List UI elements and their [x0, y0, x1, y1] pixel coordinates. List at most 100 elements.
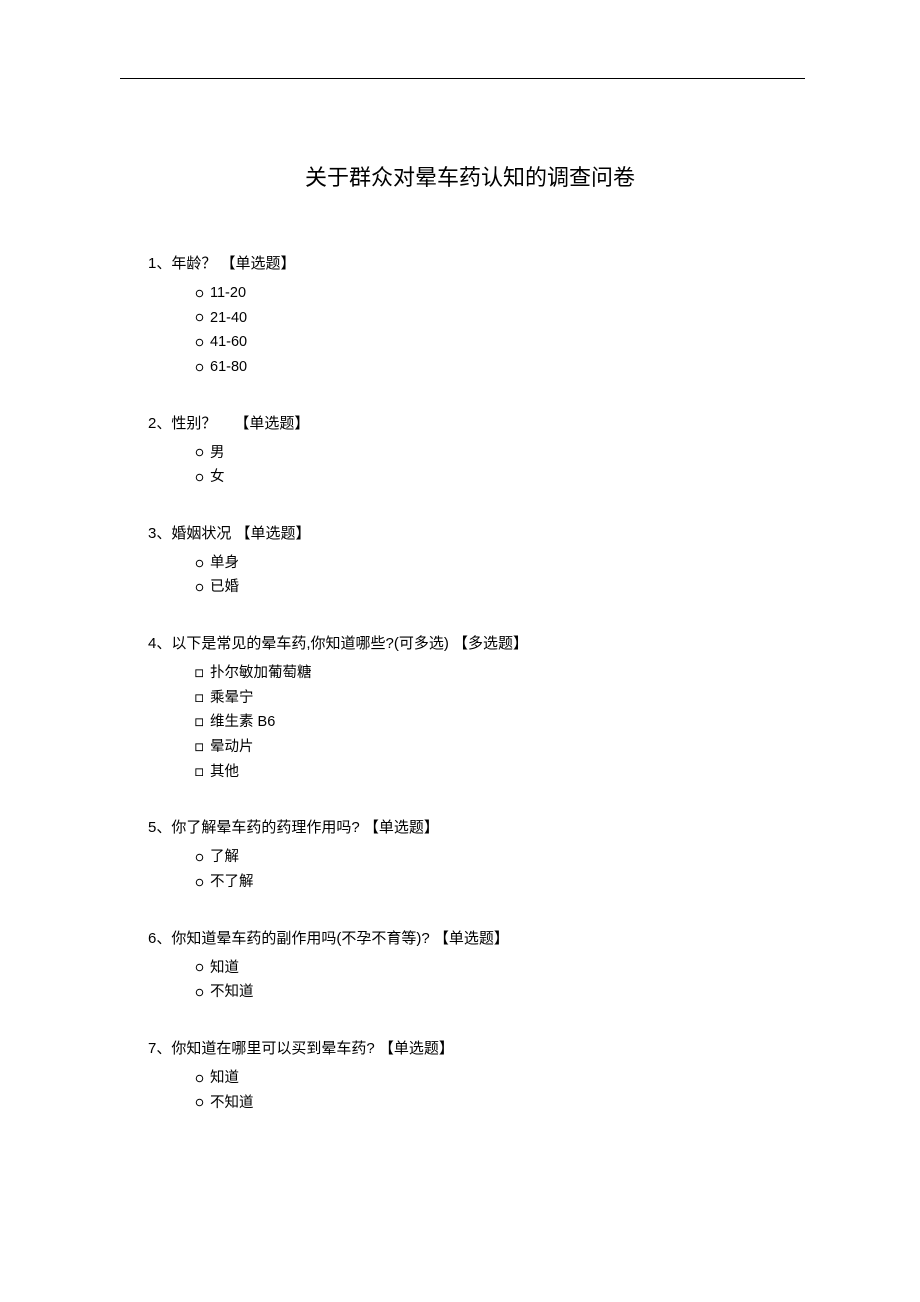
option-item[interactable]: 女: [194, 465, 800, 490]
radio-icon: [194, 338, 204, 347]
checkbox-icon: [194, 743, 204, 752]
question-type-label: 【单选题】: [434, 930, 509, 947]
question-label: 你知道在哪里可以买到晕车药?: [171, 1040, 374, 1057]
question-label: 婚姻状况: [171, 525, 231, 542]
option-label: 11-20: [210, 281, 246, 306]
option-label: 知道: [210, 1066, 239, 1091]
document-title: 关于群众对晕车药认知的调查问卷: [140, 160, 800, 192]
checkbox-icon: [194, 669, 204, 678]
option-list: 知道不知道: [148, 1066, 800, 1115]
option-item[interactable]: 其他: [194, 760, 800, 785]
option-item[interactable]: 乘晕宁: [194, 686, 800, 711]
option-label: 41-60: [210, 330, 247, 355]
radio-icon: [194, 313, 204, 322]
option-item[interactable]: 不知道: [194, 980, 800, 1005]
option-label: 61-80: [210, 355, 247, 380]
question-label: 你了解晕车药的药理作用吗?: [171, 819, 359, 836]
checkbox-icon: [194, 694, 204, 703]
checkbox-icon: [194, 768, 204, 777]
question: 5、你了解晕车药的药理作用吗? 【单选题】了解不了解: [148, 816, 800, 894]
question-text: 5、你了解晕车药的药理作用吗? 【单选题】: [148, 816, 800, 837]
question: 7、你知道在哪里可以买到晕车药? 【单选题】知道不知道: [148, 1037, 800, 1115]
question-label: 以下是常见的晕车药,你知道哪些?(可多选): [171, 635, 449, 652]
radio-icon: [194, 963, 204, 972]
question-number: 2、: [148, 415, 171, 432]
question-text: 6、你知道晕车药的副作用吗(不孕不育等)? 【单选题】: [148, 927, 800, 948]
question-type-label: 【单选题】: [364, 819, 439, 836]
option-item[interactable]: 已婚: [194, 575, 800, 600]
radio-icon: [194, 289, 204, 298]
option-item[interactable]: 61-80: [194, 355, 800, 380]
option-item[interactable]: 晕动片: [194, 735, 800, 760]
option-list: 扑尔敏加葡萄糖乘晕宁维生素 B6晕动片其他: [148, 661, 800, 784]
option-label: 知道: [210, 956, 239, 981]
question: 4、以下是常见的晕车药,你知道哪些?(可多选) 【多选题】扑尔敏加葡萄糖乘晕宁维…: [148, 632, 800, 784]
radio-icon: [194, 583, 204, 592]
option-item[interactable]: 不了解: [194, 870, 800, 895]
question: 6、你知道晕车药的副作用吗(不孕不育等)? 【单选题】知道不知道: [148, 927, 800, 1005]
question-number: 7、: [148, 1040, 171, 1057]
option-item[interactable]: 扑尔敏加葡萄糖: [194, 661, 800, 686]
option-label: 不了解: [210, 870, 254, 895]
option-label: 不知道: [210, 980, 254, 1005]
option-label: 晕动片: [210, 735, 254, 760]
option-item[interactable]: 了解: [194, 845, 800, 870]
radio-icon: [194, 1074, 204, 1083]
question-number: 4、: [148, 635, 171, 652]
radio-icon: [194, 878, 204, 887]
question-text: 2、性别？ 【单选题】: [148, 412, 800, 433]
question-text: 3、婚姻状况 【单选题】: [148, 522, 800, 543]
option-item[interactable]: 知道: [194, 1066, 800, 1091]
question-label: 年龄？: [171, 255, 216, 272]
option-item[interactable]: 维生素 B6: [194, 710, 800, 735]
option-item[interactable]: 41-60: [194, 330, 800, 355]
question: 1、年龄？ 【单选题】 11-2021-4041-6061-80: [148, 252, 800, 380]
question-number: 1、: [148, 255, 171, 272]
option-label: 单身: [210, 551, 239, 576]
question-type-label: 【单选题】: [236, 525, 311, 542]
radio-icon: [194, 853, 204, 862]
question-number: 6、: [148, 930, 171, 947]
option-label: 维生素 B6: [210, 710, 275, 735]
option-list: 单身已婚: [148, 551, 800, 600]
radio-icon: [194, 473, 204, 482]
question-type-label: 【单选题】: [379, 1040, 454, 1057]
radio-icon: [194, 559, 204, 568]
option-label: 扑尔敏加葡萄糖: [210, 661, 312, 686]
option-label: 乘晕宁: [210, 686, 254, 711]
option-list: 知道不知道: [148, 956, 800, 1005]
radio-icon: [194, 448, 204, 457]
question-number: 3、: [148, 525, 171, 542]
option-label: 不知道: [210, 1091, 254, 1116]
question-type-label: 【单选题】: [234, 415, 309, 432]
option-list: 男女: [148, 441, 800, 490]
question-number: 5、: [148, 819, 171, 836]
question-label: 性别？: [171, 415, 216, 432]
option-label: 了解: [210, 845, 239, 870]
question-text: 1、年龄？ 【单选题】: [148, 252, 800, 273]
question-list: 1、年龄？ 【单选题】 11-2021-4041-6061-80 2、性别？ 【单选题…: [140, 252, 800, 1115]
question: 3、婚姻状况 【单选题】单身已婚: [148, 522, 800, 600]
checkbox-icon: [194, 718, 204, 727]
question-text: 7、你知道在哪里可以买到晕车药? 【单选题】: [148, 1037, 800, 1058]
question-type-label: 【多选题】: [453, 635, 528, 652]
option-label: 21-40: [210, 306, 247, 331]
option-label: 女: [210, 465, 225, 490]
option-item[interactable]: 11-20: [194, 281, 800, 306]
option-list: 了解不了解: [148, 845, 800, 894]
option-item[interactable]: 知道: [194, 956, 800, 981]
question-type-label: 【单选题】: [221, 255, 296, 272]
radio-icon: [194, 363, 204, 372]
option-item[interactable]: 单身: [194, 551, 800, 576]
top-horizontal-rule: [120, 78, 805, 79]
option-item[interactable]: 男: [194, 441, 800, 466]
option-item[interactable]: 21-40: [194, 306, 800, 331]
option-item[interactable]: 不知道: [194, 1091, 800, 1116]
question: 2、性别？ 【单选题】男女: [148, 412, 800, 490]
question-text: 4、以下是常见的晕车药,你知道哪些?(可多选) 【多选题】: [148, 632, 800, 653]
option-list: 11-2021-4041-6061-80: [148, 281, 800, 380]
radio-icon: [194, 988, 204, 997]
option-label: 其他: [210, 760, 239, 785]
question-label: 你知道晕车药的副作用吗(不孕不育等)?: [171, 930, 429, 947]
option-label: 已婚: [210, 575, 239, 600]
